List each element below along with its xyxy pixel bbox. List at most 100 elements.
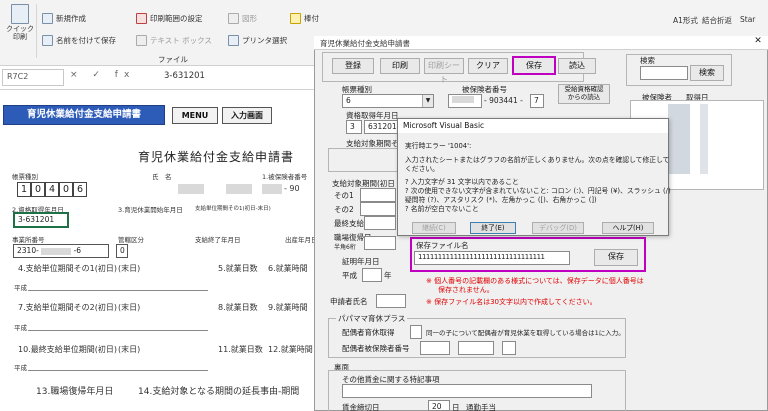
form-type-combo[interactable]: 6 ▼ bbox=[342, 94, 434, 108]
file-group-label: ファイル bbox=[158, 54, 188, 65]
shape-label: 図形 bbox=[242, 14, 257, 23]
sticky-note-icon bbox=[290, 13, 301, 24]
formula-value[interactable]: 3-631201 bbox=[164, 71, 205, 81]
commute-label: 通勤手当 bbox=[466, 403, 496, 411]
load-button[interactable]: 読込 bbox=[558, 58, 596, 74]
dialog-bullet: ? 名前が空白でないこと bbox=[405, 205, 479, 213]
sono2-label: その2 bbox=[334, 205, 354, 214]
form-window-title: 育児休業給付金支給申請書 bbox=[314, 36, 768, 50]
save-file-input[interactable]: 11111111111111111111111111111111 bbox=[414, 251, 570, 265]
save-file-button[interactable]: 保存 bbox=[594, 249, 638, 266]
search-input[interactable] bbox=[640, 66, 688, 80]
ribbon-separator bbox=[36, 4, 37, 58]
half-width-label: 半角6桁 bbox=[334, 244, 356, 251]
window-close-icon[interactable]: ✕ bbox=[748, 36, 768, 50]
a1-format-button[interactable]: A1形式 bbox=[673, 15, 698, 26]
continue-button[interactable]: 継続(C) bbox=[412, 222, 456, 234]
leave-start-label: 3.育児休業開始年月日 bbox=[118, 206, 183, 214]
eligibility-load-button[interactable]: 受給資格確認 からの読込 bbox=[558, 84, 610, 104]
merge-label: 結合折返 bbox=[702, 16, 732, 25]
shape-icon bbox=[228, 13, 239, 24]
search-group-label: 検索 bbox=[640, 56, 655, 65]
period2-field[interactable] bbox=[360, 202, 396, 216]
wage-cutoff-label: 賃金締切日 bbox=[342, 403, 380, 411]
jurisdiction-label: 管轄区分 bbox=[118, 236, 144, 244]
menu-button[interactable]: MENU bbox=[172, 107, 218, 124]
end-button[interactable]: 終了(E) bbox=[470, 222, 516, 234]
print-range-button[interactable]: 印刷範囲の設定 bbox=[136, 13, 203, 24]
dialog-error-line: 実行時エラー '1004': bbox=[405, 142, 472, 150]
input-screen-button[interactable]: 入力画面 bbox=[222, 107, 272, 124]
sticky-button[interactable]: 棒付 bbox=[290, 13, 319, 24]
save-as-label: 名前を付けて保存 bbox=[56, 36, 116, 45]
save-button[interactable]: 保存 bbox=[512, 56, 556, 75]
period1-end-label: (末日) bbox=[118, 264, 141, 273]
textbox-icon bbox=[136, 35, 147, 46]
insured-no-part1[interactable] bbox=[448, 94, 482, 108]
spouse-insured-3[interactable] bbox=[502, 341, 516, 355]
help-button[interactable]: ヘルプ(H) bbox=[602, 222, 654, 234]
period1-line bbox=[28, 290, 208, 291]
textbox-button[interactable]: テキスト ボックス bbox=[136, 35, 212, 46]
star-button[interactable]: Star bbox=[740, 15, 755, 24]
final-payment-field[interactable] bbox=[364, 216, 396, 230]
office-suffix: -6 bbox=[73, 246, 82, 255]
form-title-button[interactable]: 育児休業給付金支給申請書 bbox=[3, 105, 165, 125]
printer-icon bbox=[11, 4, 29, 24]
printer-select-button[interactable]: プリンタ選択 bbox=[228, 35, 287, 46]
name-box[interactable]: R7C2 bbox=[2, 69, 64, 86]
office-zero-field[interactable]: 0 bbox=[116, 244, 128, 258]
day-label: 日 bbox=[452, 403, 460, 411]
print-sheet-button[interactable]: 印刷シート bbox=[424, 58, 464, 84]
form-type-digit: 0 bbox=[31, 182, 45, 197]
save-note-2: ※ 保存ファイル名は30文字以内で作成してください。 bbox=[426, 298, 597, 306]
period1-field[interactable] bbox=[360, 188, 396, 202]
employment-hours3-label: 12.就業時間 bbox=[268, 345, 313, 354]
wage-cutoff-day[interactable]: 20 bbox=[428, 400, 450, 411]
sono1-label: その1 bbox=[334, 191, 354, 200]
heisei-label: 平成 bbox=[342, 271, 357, 280]
qual-date-cell[interactable]: 3-631201 bbox=[13, 212, 69, 228]
insured-no-check[interactable]: 7 bbox=[530, 94, 544, 108]
form-type-value: 6 bbox=[346, 96, 351, 105]
period1-label: 4.支給単位期間その1(初日) bbox=[18, 264, 117, 273]
applicant-name-field[interactable] bbox=[376, 294, 406, 308]
return-date-label: 13.職場復帰年月日 bbox=[36, 387, 114, 397]
spouse-insured-1[interactable] bbox=[420, 341, 450, 355]
printer-select-icon bbox=[228, 35, 239, 46]
clear-button[interactable]: クリア bbox=[468, 58, 508, 74]
other-wage-field[interactable] bbox=[342, 384, 592, 398]
proof-year-field[interactable] bbox=[362, 268, 382, 282]
printer-select-label: プリンタ選択 bbox=[242, 36, 287, 45]
save-note-1b: 保存されません。 bbox=[438, 286, 494, 294]
save-as-button[interactable]: 名前を付けて保存 bbox=[42, 35, 116, 46]
register-button[interactable]: 登録 bbox=[332, 58, 374, 74]
merge-button[interactable]: 結合折返 bbox=[702, 15, 732, 26]
debug-button[interactable]: デバッグ(D) bbox=[532, 222, 584, 234]
payment-period-frame bbox=[328, 148, 398, 172]
heisei-label: 平成 bbox=[14, 284, 27, 292]
qual-date-value[interactable]: 631201 bbox=[364, 120, 398, 134]
qual-date-era[interactable]: 3 bbox=[346, 120, 362, 134]
shape-button[interactable]: 図形 bbox=[228, 13, 257, 24]
search-button[interactable]: 検索 bbox=[690, 65, 724, 81]
spouse-insured-label: 配偶者被保険者番号 bbox=[342, 344, 410, 353]
employment-days2-label: 8.就業日数 bbox=[218, 303, 258, 312]
return-date-field[interactable] bbox=[364, 236, 396, 250]
period-final-end-label: (末日) bbox=[118, 345, 141, 354]
insured-no-part2: - 903441 - bbox=[484, 96, 523, 105]
print-button[interactable]: 印刷 bbox=[380, 58, 420, 74]
applicant-name-label: 申請者氏名 bbox=[330, 297, 368, 306]
office-redacted bbox=[41, 247, 72, 255]
office-prefix: 2310- bbox=[17, 246, 39, 255]
new-create-button[interactable]: 新規作成 bbox=[42, 13, 86, 24]
quick-print-button[interactable]: クイック 印刷 bbox=[6, 4, 34, 41]
office-no-field[interactable]: 2310- -6 bbox=[13, 244, 109, 258]
save-file-label: 保存ファイル名 bbox=[416, 241, 469, 250]
textbox-label: テキスト ボックス bbox=[150, 36, 212, 45]
quick-print-label: クイック 印刷 bbox=[6, 25, 34, 41]
form-type-digit: 4 bbox=[45, 182, 59, 197]
spouse-insured-2[interactable] bbox=[458, 341, 494, 355]
spouse-leave-field[interactable] bbox=[410, 325, 422, 339]
employment-hours-label: 6.就業時間 bbox=[268, 264, 308, 273]
